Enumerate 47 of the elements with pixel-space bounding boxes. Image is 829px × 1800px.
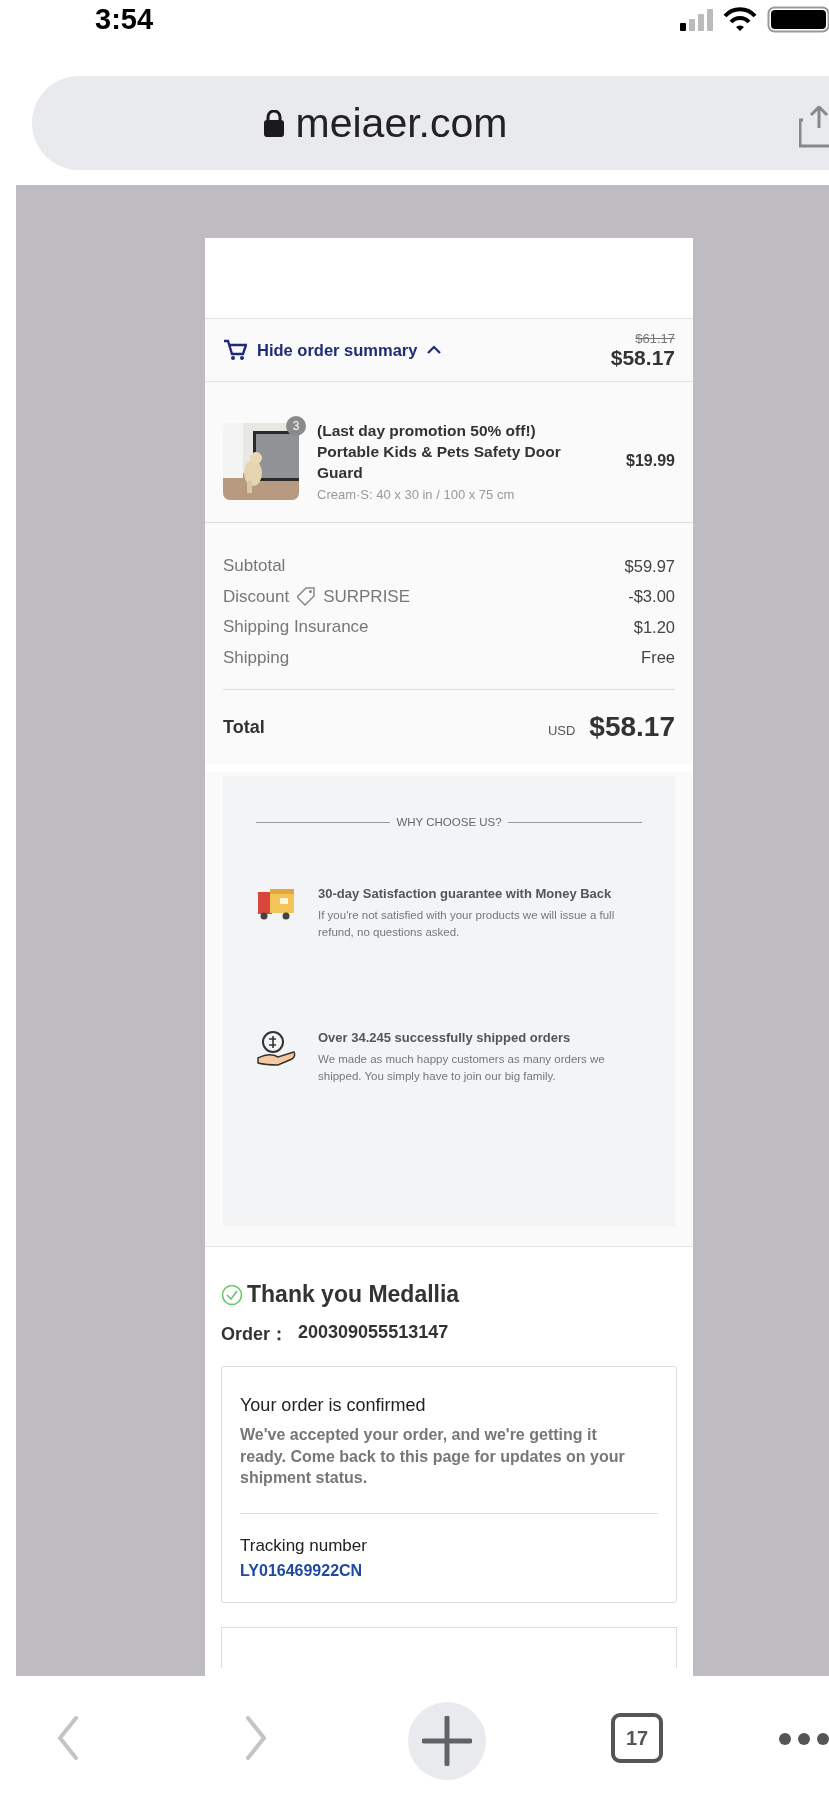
grand-total: $58.17 [589,711,675,743]
url-text: meiaer.com [295,99,508,147]
cart-icon [223,339,247,361]
total-label: Total [223,716,265,738]
clock-time: 3:54 [95,3,154,36]
summary-total: $58.17 [610,345,675,370]
feature-description: If you're not satisfied with your products we will issue a full refund, no questions asked. [318,908,616,940]
section-title: WHY CHOOSE US? [396,816,502,828]
tracking-number-link[interactable]: LY016469922CN [240,1561,363,1580]
battery-icon [767,6,829,33]
order-summary-toggle[interactable]: Hide order summary [223,339,442,361]
order-label: Order： [221,1323,289,1346]
feature-description: We made as much happy customers as many orders we shipped. You simply have to join our big family. [318,1052,606,1084]
thank-you-heading: Thank you Medallia [247,1281,460,1308]
product-variant: Cream·S: 40 x 30 in / 100 x 75 cm [317,487,516,502]
total-value: $59.97 [624,556,675,576]
total-value: $1.20 [633,617,675,637]
share-icon[interactable] [799,106,829,148]
total-label: Discount [223,586,290,607]
total-label: Shipping [223,647,290,668]
tracking-label: Tracking number [240,1535,368,1556]
check-circle-icon [221,1283,243,1306]
wifi-icon [723,7,757,32]
confirmation-title: Your order is confirmed [240,1395,427,1416]
plus-icon [422,1716,472,1766]
total-label: Shipping Insurance [223,617,369,638]
total-value: -$3.00 [628,587,675,607]
more-icon[interactable] [779,1733,829,1745]
product-title: (Last day promotion 50% off!) Portable Kids & Pets Safety Door Guard [317,421,562,483]
back-icon[interactable] [56,1716,80,1760]
currency-code: USD [547,722,576,738]
discount-code: SURPRISE [323,586,411,607]
signal-icon [680,8,713,31]
forward-icon[interactable] [244,1716,268,1760]
quantity-badge: 3 [286,415,306,436]
original-price: $61.17 [635,330,675,346]
order-number: 200309055513147 [298,1322,449,1344]
tag-icon [297,587,316,607]
confirmation-message: We've accepted your order, and we're getting it ready. Come back to this page for updates on your shipment status. [240,1425,626,1488]
feature-heading: 30-day Satisfaction guarantee with Money Back [318,886,613,901]
tabs-button[interactable]: 17 [611,1713,663,1763]
product-price: $19.99 [626,452,675,470]
feature-heading: Over 34.245 successfully shipped orders [318,1030,572,1045]
money-hand-icon [256,1030,298,1067]
address-bar[interactable]: meiaer.com [32,76,829,170]
total-value: Free [641,648,675,668]
total-label: Subtotal [223,556,286,577]
